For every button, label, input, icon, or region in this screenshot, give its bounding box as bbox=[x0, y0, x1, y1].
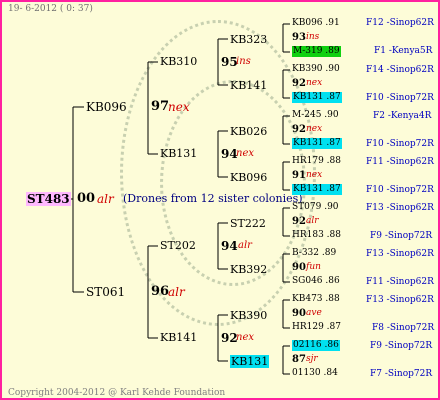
gen4-mother[interactable]: M-319 .89 bbox=[292, 46, 341, 57]
colony-label: F11 -Sinop62R bbox=[366, 157, 434, 167]
gen2-marker: nex bbox=[236, 332, 254, 343]
colony-label: F9 -Sinop72R bbox=[370, 341, 433, 351]
gen1-year: 96 bbox=[151, 284, 170, 299]
gen4-year: 92 bbox=[292, 124, 306, 135]
gen1-name[interactable]: ST061 bbox=[86, 286, 125, 298]
gen4-year: 92 bbox=[292, 78, 306, 89]
gen4-name[interactable]: 02116 .86 bbox=[292, 340, 340, 351]
colony-label: F10 -Sinop72R bbox=[366, 185, 434, 195]
gen3-name[interactable]: ST222 bbox=[230, 218, 266, 229]
gen4-year: 92 bbox=[292, 216, 306, 227]
colony-label: F13 -Sinop62R bbox=[366, 203, 434, 213]
gen4-marker: fun bbox=[306, 262, 321, 272]
root-queen-marker: alr bbox=[97, 192, 114, 206]
gen3-name[interactable]: KB131 bbox=[230, 355, 270, 368]
gen2-name[interactable]: KB131 bbox=[160, 148, 197, 159]
colony-label: F12 -Sinop62R bbox=[366, 18, 434, 28]
gen3-name[interactable]: KB392 bbox=[230, 264, 267, 275]
gen3-name[interactable]: KB096 bbox=[230, 172, 267, 183]
gen4-name[interactable]: KB096 .91 bbox=[292, 19, 340, 28]
gen4-year: 87 bbox=[292, 354, 306, 365]
gen2-name[interactable]: ST202 bbox=[160, 240, 196, 251]
colony-label: F10 -Sinop72R bbox=[366, 93, 434, 103]
gen4-mother[interactable]: KB131 .87 bbox=[292, 138, 342, 149]
gen4-year: 93 bbox=[292, 32, 306, 43]
colony-label: F8 -Sinop72R bbox=[372, 323, 435, 333]
gen2-marker: alr bbox=[238, 240, 252, 251]
gen3-name[interactable]: KB323 bbox=[230, 34, 267, 45]
gen4-marker: nex bbox=[306, 78, 323, 88]
gen4-marker: nex bbox=[306, 170, 323, 180]
gen4-name[interactable]: KB473 .88 bbox=[292, 295, 340, 304]
gen4-marker: nex bbox=[306, 124, 323, 134]
gen3-name[interactable]: KB026 bbox=[230, 126, 267, 137]
gen2-name[interactable]: KB141 bbox=[160, 332, 197, 343]
colony-label: F7 -Sinop72R bbox=[370, 369, 433, 379]
gen1-marker: alr bbox=[168, 285, 185, 299]
gen3-name[interactable]: KB141 bbox=[230, 80, 267, 91]
gen4-name[interactable]: M-245 .90 bbox=[292, 111, 339, 120]
gen4-marker: ins bbox=[306, 32, 320, 42]
gen4-name[interactable]: ST079 .90 bbox=[292, 203, 339, 212]
gen4-mother[interactable]: HR129 .87 bbox=[292, 323, 341, 332]
gen2-marker: nex bbox=[236, 148, 254, 159]
gen3-name[interactable]: KB390 bbox=[230, 310, 267, 321]
gen2-marker: ins bbox=[236, 56, 251, 67]
gen4-mother[interactable]: SG046 .86 bbox=[292, 277, 340, 286]
gen4-mother[interactable]: 01130 .84 bbox=[292, 369, 338, 378]
gen4-year: 90 bbox=[292, 262, 306, 273]
gen4-name[interactable]: KB390 .90 bbox=[292, 65, 340, 74]
gen4-name[interactable]: B-332 .89 bbox=[292, 249, 336, 258]
colony-label: F1 -Kenya5R bbox=[374, 46, 433, 56]
gen4-year: 91 bbox=[292, 170, 306, 181]
gen4-mother[interactable]: KB131 .87 bbox=[292, 184, 342, 195]
gen4-name[interactable]: HR179 .88 bbox=[292, 157, 341, 166]
colony-label: F2 -Kenya4R bbox=[373, 111, 432, 121]
gen4-mother[interactable]: KB131 .87 bbox=[292, 92, 342, 103]
gen1-name[interactable]: KB096 bbox=[86, 101, 127, 113]
colony-label: F10 -Sinop72R bbox=[366, 139, 434, 149]
colony-label: F14 -Sinop62R bbox=[366, 65, 434, 75]
gen1-year: 97 bbox=[151, 99, 170, 114]
colony-label: F13 -Sinop62R bbox=[366, 295, 434, 305]
gen1-marker: nex bbox=[168, 100, 190, 114]
gen4-marker: sjr bbox=[306, 354, 318, 364]
gen4-mother[interactable]: HR183 .88 bbox=[292, 231, 341, 240]
colony-label: F9 -Sinop72R bbox=[370, 231, 433, 241]
root-queen-name[interactable]: ST483 bbox=[26, 192, 71, 206]
colony-label: F11 -Sinop62R bbox=[366, 277, 434, 287]
date-stamp: 19- 6-2012 ( 0: 37) bbox=[8, 4, 93, 14]
gen4-marker: ave bbox=[306, 308, 322, 318]
drone-note: (Drones from 12 sister colonies) bbox=[123, 192, 303, 205]
gen2-name[interactable]: KB310 bbox=[160, 56, 197, 67]
colony-label: F13 -Sinop62R bbox=[366, 249, 434, 259]
root-queen-year: 00 bbox=[77, 191, 96, 206]
gen2-year: 94 bbox=[221, 239, 238, 253]
gen4-year: 90 bbox=[292, 308, 306, 319]
gen4-marker: alr bbox=[306, 216, 319, 226]
copyright-footer: Copyright 2004-2012 @ Karl Kehde Foundat… bbox=[8, 388, 226, 398]
